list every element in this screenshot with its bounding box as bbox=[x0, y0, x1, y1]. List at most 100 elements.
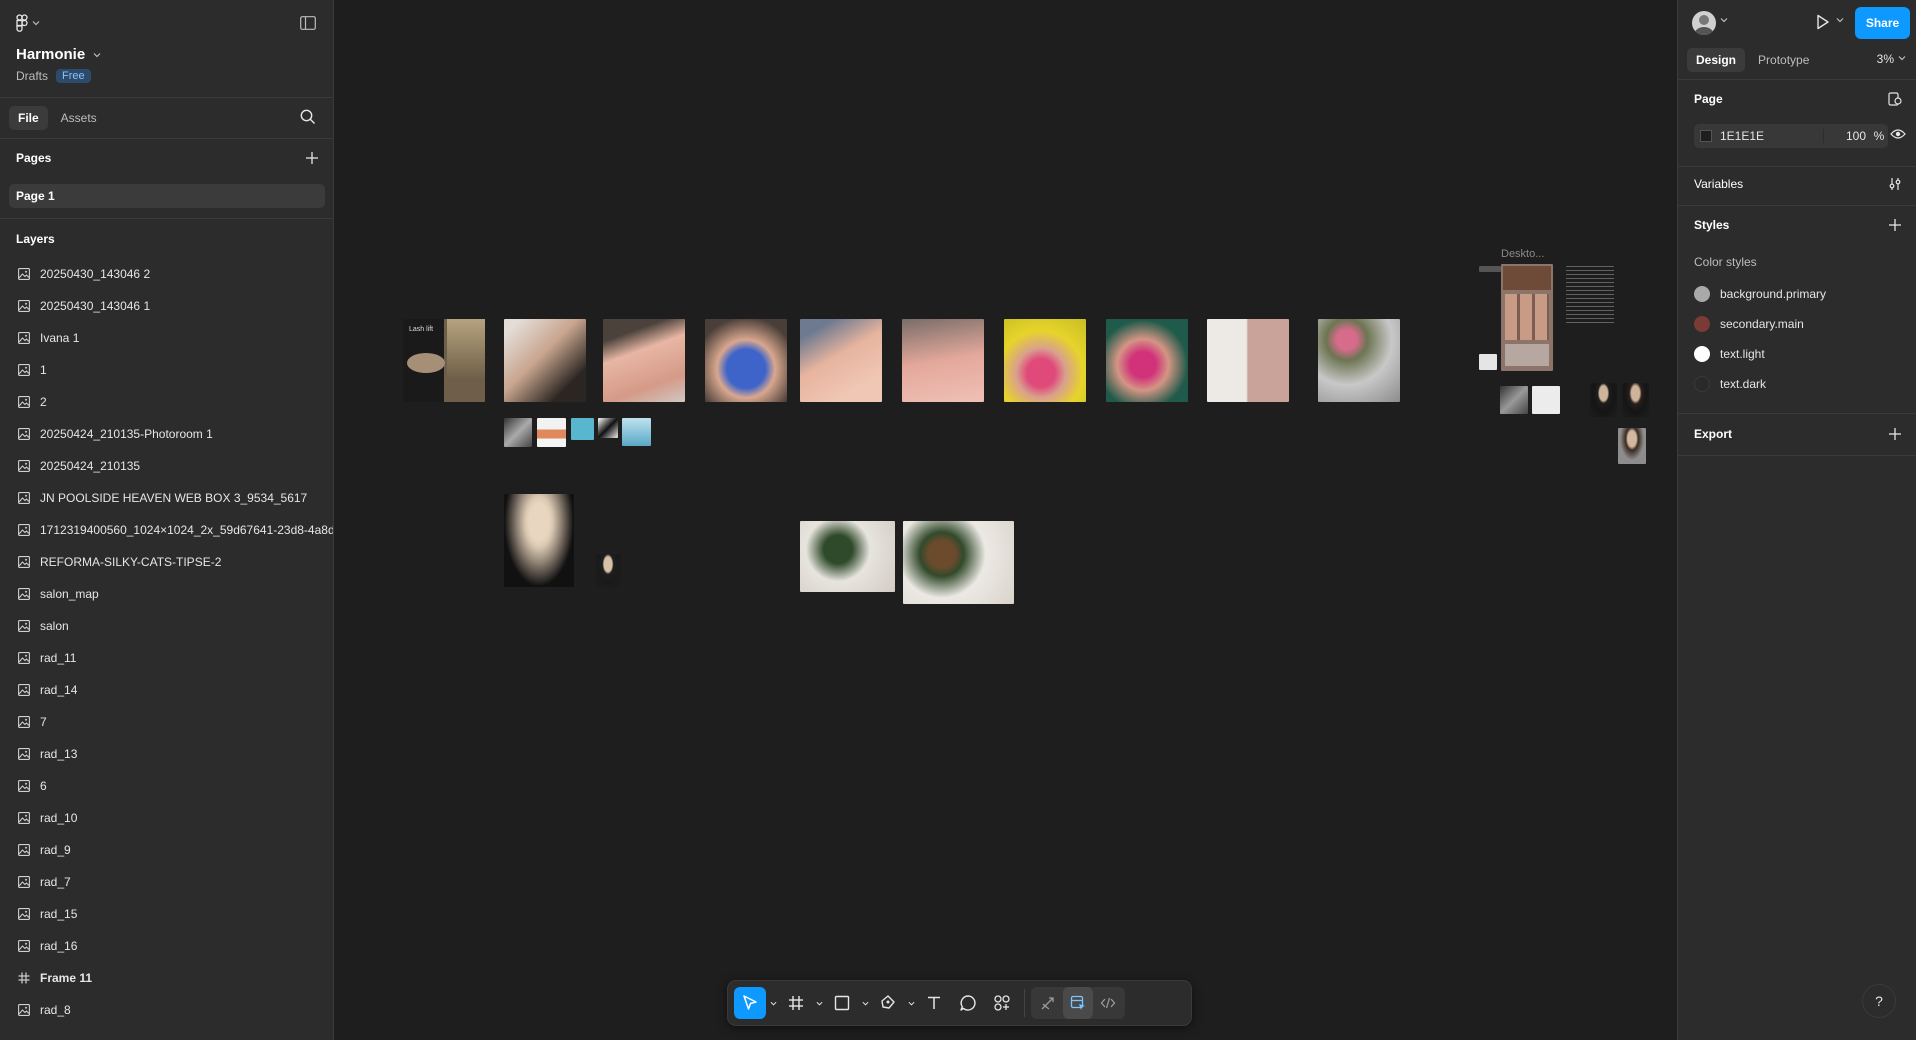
layer-item[interactable]: rad_10 bbox=[0, 802, 333, 834]
local-styles-icon[interactable] bbox=[1888, 92, 1902, 106]
move-tool-button[interactable] bbox=[734, 987, 766, 1019]
frame-tool-button[interactable] bbox=[780, 987, 812, 1019]
toggle-sidebar-button[interactable] bbox=[297, 12, 319, 34]
comment-tool-button[interactable] bbox=[952, 987, 984, 1019]
avatar[interactable] bbox=[1692, 11, 1716, 35]
layer-item[interactable]: JN POOLSIDE HEAVEN WEB BOX 3_9534_5617 bbox=[0, 482, 333, 514]
pen-tool-menu[interactable] bbox=[906, 987, 916, 1019]
search-layers-button[interactable] bbox=[299, 108, 319, 128]
pen-tool-button[interactable] bbox=[872, 987, 904, 1019]
layer-item[interactable]: salon_map bbox=[0, 578, 333, 610]
text-tool-button[interactable] bbox=[918, 987, 950, 1019]
layer-item[interactable]: rad_9 bbox=[0, 834, 333, 866]
layer-item[interactable]: Ivana 1 bbox=[0, 322, 333, 354]
present-button[interactable] bbox=[1812, 12, 1834, 34]
canvas-image[interactable] bbox=[1318, 319, 1400, 402]
canvas-image[interactable] bbox=[504, 494, 574, 587]
canvas-image[interactable] bbox=[595, 554, 621, 588]
layer-item[interactable]: 6 bbox=[0, 770, 333, 802]
layer-item[interactable]: Frame 11 bbox=[0, 962, 333, 994]
file-name-button[interactable]: Harmonie bbox=[16, 46, 333, 63]
canvas-image[interactable] bbox=[504, 319, 586, 402]
layer-item[interactable]: 20250424_210135 bbox=[0, 450, 333, 482]
help-button[interactable]: ? bbox=[1862, 984, 1896, 1018]
canvas-image[interactable] bbox=[903, 521, 1014, 604]
layer-item[interactable]: rad_7 bbox=[0, 866, 333, 898]
color-style-item[interactable]: text.dark bbox=[1678, 369, 1916, 399]
canvas-image[interactable] bbox=[1004, 319, 1086, 402]
canvas-image[interactable] bbox=[705, 319, 787, 402]
color-style-item[interactable]: secondary.main bbox=[1678, 309, 1916, 339]
canvas-image[interactable] bbox=[598, 418, 618, 438]
canvas-image[interactable] bbox=[1618, 428, 1646, 464]
canvas-image[interactable]: Lash lift bbox=[403, 319, 485, 402]
fill-opacity-value[interactable]: 100 bbox=[1823, 129, 1870, 143]
zoom-level[interactable]: 3% bbox=[1877, 52, 1894, 66]
canvas-image[interactable] bbox=[622, 418, 651, 446]
canvas-image[interactable] bbox=[1566, 266, 1614, 326]
layer-item[interactable]: rad_11 bbox=[0, 642, 333, 674]
layer-item[interactable]: rad_16 bbox=[0, 930, 333, 962]
tab-prototype[interactable]: Prototype bbox=[1749, 48, 1818, 72]
canvas-image[interactable] bbox=[504, 418, 532, 447]
shape-tool-menu[interactable] bbox=[860, 987, 870, 1019]
canvas-image[interactable] bbox=[1590, 383, 1617, 417]
drafts-link[interactable]: Drafts bbox=[16, 69, 48, 83]
add-export-icon[interactable] bbox=[1888, 427, 1902, 441]
layer-item[interactable]: rad_15 bbox=[0, 898, 333, 930]
layer-item[interactable]: 7 bbox=[0, 706, 333, 738]
chevron-down-icon[interactable] bbox=[1898, 54, 1906, 62]
layer-item[interactable]: rad_8 bbox=[0, 994, 333, 1026]
color-style-item[interactable]: background.primary bbox=[1678, 279, 1916, 309]
page-fill-field[interactable]: 1E1E1E 100 % bbox=[1694, 124, 1888, 148]
canvas-image[interactable] bbox=[902, 319, 984, 402]
canvas-image[interactable] bbox=[1207, 319, 1289, 402]
layer-item[interactable]: 2 bbox=[0, 386, 333, 418]
fill-hex-value[interactable]: 1E1E1E bbox=[1720, 129, 1823, 143]
add-style-icon[interactable] bbox=[1888, 218, 1902, 232]
layer-item[interactable]: 20250424_210135-Photoroom 1 bbox=[0, 418, 333, 450]
main-menu-button[interactable] bbox=[16, 12, 333, 34]
canvas-image[interactable] bbox=[1532, 386, 1560, 414]
canvas-image[interactable] bbox=[800, 319, 882, 402]
canvas-image[interactable] bbox=[1622, 383, 1649, 417]
add-page-icon[interactable] bbox=[305, 151, 319, 165]
layer-item[interactable]: rad_13 bbox=[0, 738, 333, 770]
canvas-image[interactable] bbox=[800, 521, 895, 592]
layer-item[interactable]: REFORMA-SILKY-CATS-TIPSE-2 bbox=[0, 546, 333, 578]
draw-mode-button[interactable] bbox=[1033, 987, 1063, 1019]
tab-design[interactable]: Design bbox=[1687, 48, 1746, 72]
move-tool-menu[interactable] bbox=[768, 987, 778, 1019]
actions-tool-button[interactable] bbox=[986, 987, 1018, 1019]
tab-assets[interactable]: Assets bbox=[52, 106, 106, 130]
canvas-image[interactable] bbox=[603, 319, 685, 402]
frame-label[interactable]: Deskto... bbox=[1501, 248, 1544, 260]
chevron-down-icon[interactable] bbox=[1836, 16, 1844, 24]
desktop-frame[interactable] bbox=[1501, 264, 1553, 371]
layer-item[interactable]: salon bbox=[0, 610, 333, 642]
variables-settings-icon[interactable] bbox=[1888, 177, 1902, 191]
color-style-item[interactable]: text.light bbox=[1678, 339, 1916, 369]
canvas[interactable]: Lash lift Deskto... bbox=[334, 0, 1677, 1040]
canvas-image[interactable] bbox=[1479, 354, 1497, 370]
share-button[interactable]: Share bbox=[1855, 7, 1910, 39]
canvas-image[interactable] bbox=[571, 418, 594, 440]
layer-item[interactable]: rad_14 bbox=[0, 674, 333, 706]
canvas-image[interactable] bbox=[1500, 386, 1528, 414]
layer-item[interactable]: 1712319400560_1024×1024_2x_59d67641-23d8… bbox=[0, 514, 333, 546]
tab-file[interactable]: File bbox=[9, 106, 48, 130]
layer-item[interactable]: 20250430_143046 1 bbox=[0, 290, 333, 322]
shape-tool-button[interactable] bbox=[826, 987, 858, 1019]
frame-tool-menu[interactable] bbox=[814, 987, 824, 1019]
dev-mode-button[interactable] bbox=[1093, 987, 1123, 1019]
layer-item[interactable]: 20250430_143046 2 bbox=[0, 258, 333, 290]
canvas-image[interactable] bbox=[1106, 319, 1188, 402]
eye-icon[interactable] bbox=[1890, 128, 1906, 140]
page-item[interactable]: Page 1 bbox=[9, 184, 325, 208]
plan-badge[interactable]: Free bbox=[56, 69, 91, 83]
layer-item[interactable]: 1 bbox=[0, 354, 333, 386]
chevron-down-icon[interactable] bbox=[1720, 16, 1728, 24]
canvas-image[interactable] bbox=[1479, 266, 1501, 272]
canvas-image[interactable] bbox=[537, 418, 566, 447]
design-mode-button[interactable] bbox=[1063, 987, 1093, 1019]
